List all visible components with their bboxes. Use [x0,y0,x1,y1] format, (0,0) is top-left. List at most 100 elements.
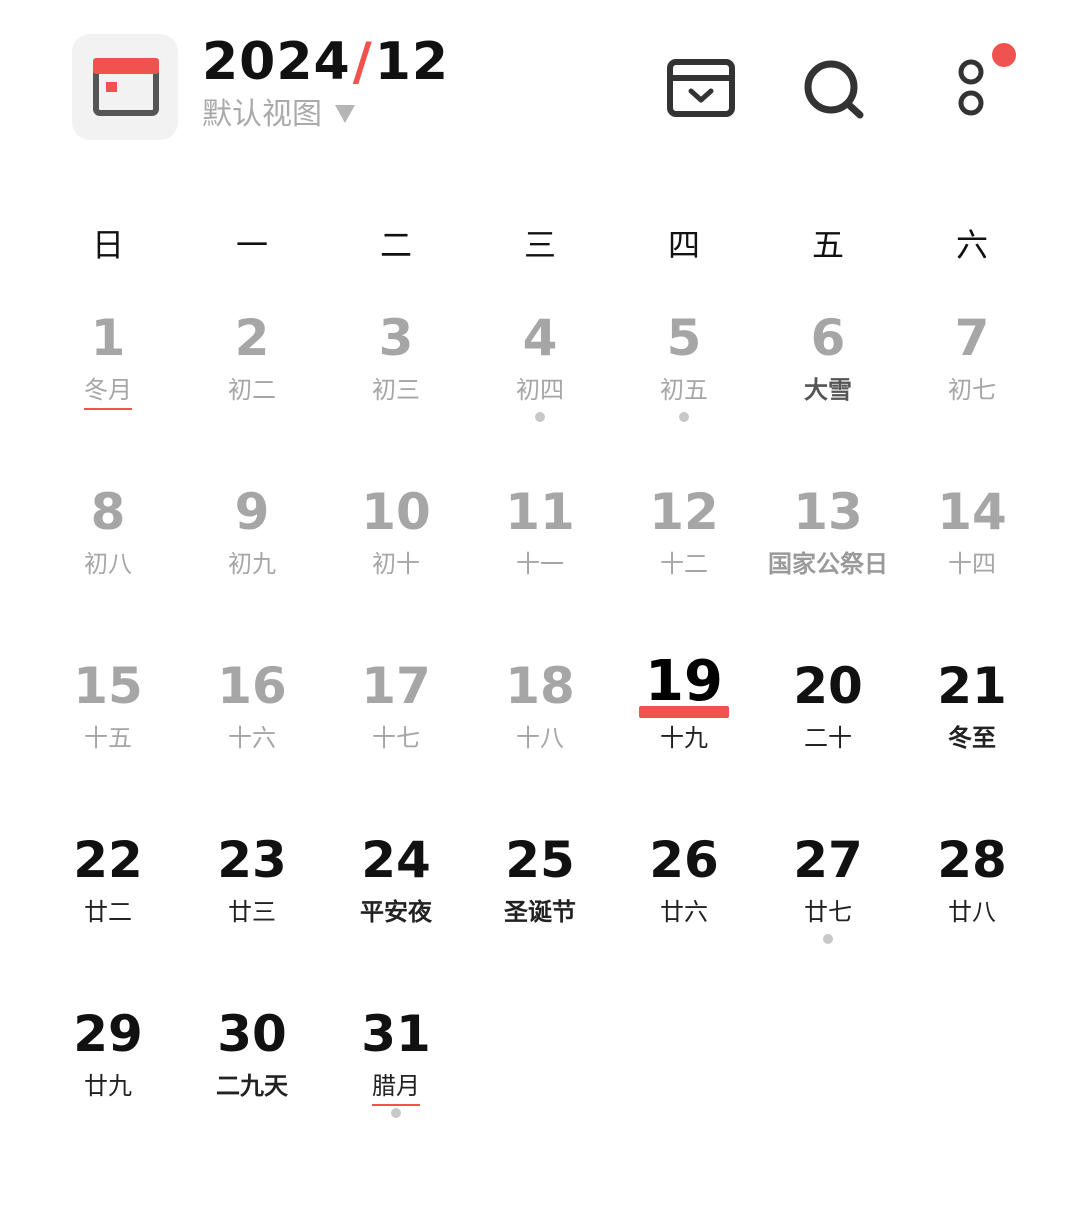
title-separator: / [352,32,373,92]
day-number: 12 [649,483,719,541]
day-number: 1 [90,309,126,367]
lunar-text: 初四 [516,376,564,404]
lunar-label: 廿六 [612,896,756,930]
lunar-text: 廿七 [804,898,852,926]
lunar-label: 初十 [324,548,468,582]
lunar-label: 十八 [468,722,612,756]
day-number: 28 [937,831,1007,889]
lunar-text: 廿二 [84,898,132,926]
lunar-text: 圣诞节 [504,898,576,926]
day-cell[interactable]: 22 廿二 [36,822,180,996]
day-number: 8 [90,483,126,541]
weekday-sat: 六 [955,226,988,264]
lunar-label: 十二 [612,548,756,582]
more-options-icon [958,43,1016,116]
search-button[interactable] [802,58,872,119]
lunar-text: 廿六 [660,898,708,926]
day-cell[interactable]: 27 廿七 [756,822,900,996]
day-cell[interactable]: 21 冬至 [900,648,1044,822]
day-cell[interactable]: 16 十六 [180,648,324,822]
day-number: 31 [361,1005,431,1063]
weekday-fri: 五 [811,226,844,264]
weekday-wed: 三 [523,226,556,264]
day-number: 9 [234,483,270,541]
lunar-label: 十七 [324,722,468,756]
day-cell[interactable]: 2 初二 [180,300,324,474]
lunar-label: 廿九 [36,1070,180,1104]
day-cell[interactable]: 9 初九 [180,474,324,648]
day-cell-today[interactable]: 19 十九 [612,648,756,822]
lunar-text: 十七 [372,724,420,752]
day-cell[interactable]: 1 冬月 [36,300,180,474]
day-number: 7 [954,309,990,367]
lunar-label: 二九天 [180,1070,324,1104]
lunar-text: 十五 [84,724,132,752]
lunar-label: 十一 [468,548,612,582]
lunar-text: 十二 [660,550,708,578]
day-cell[interactable]: 14 十四 [900,474,1044,648]
day-number: 2 [234,309,270,367]
day-number: 24 [361,831,431,889]
lunar-label: 廿二 [36,896,180,930]
weekday-mon: 一 [235,226,268,264]
day-number: 17 [361,657,431,715]
day-cell[interactable]: 29 廿九 [36,996,180,1170]
lunar-label: 廿三 [180,896,324,930]
month-title[interactable]: 2024/12 [202,30,449,94]
more-options-button[interactable] [936,40,1026,130]
day-number: 26 [649,831,719,889]
lunar-text: 初八 [84,550,132,578]
search-icon [804,60,864,119]
day-number: 13 [793,483,863,541]
day-cell[interactable]: 10 初十 [324,474,468,648]
lunar-label: 大雪 [756,374,900,408]
day-cell[interactable]: 25 圣诞节 [468,822,612,996]
day-cell[interactable]: 17 十七 [324,648,468,822]
lunar-text: 廿八 [948,898,996,926]
weekday-header: 日 一 二 三 四 五 六 [36,220,1044,270]
lunar-text: 冬月 [84,374,132,410]
day-cell[interactable]: 15 十五 [36,648,180,822]
event-dot-icon [391,1108,401,1118]
calendar-app-icon[interactable] [72,34,178,140]
view-selector[interactable]: 默认视图 [202,95,356,135]
day-cell[interactable]: 30 二九天 [180,996,324,1170]
lunar-label: 冬月 [36,374,180,410]
day-cell[interactable]: 23 廿三 [180,822,324,996]
day-cell[interactable]: 28 廿八 [900,822,1044,996]
day-number: 6 [810,309,846,367]
lunar-text: 二九天 [216,1072,288,1100]
day-cell[interactable]: 31 腊月 [324,996,468,1170]
day-cell[interactable]: 5 初五 [612,300,756,474]
day-cell[interactable]: 6 大雪 [756,300,900,474]
day-number: 27 [793,831,863,889]
lunar-label: 初三 [324,374,468,408]
day-number: 5 [666,309,702,367]
lunar-text: 初五 [660,376,708,404]
lunar-label: 平安夜 [324,896,468,930]
day-number: 29 [73,1005,143,1063]
day-cell[interactable]: 13 国家公祭日 [756,474,900,648]
calendar-grid: 1 冬月 2 初二 3 初三 4 初四 5 初五 6 大雪 7 初七 8 初八 9 初九 10 初十 11 十一 12 十二 1… [36,300,1044,1170]
lunar-label: 初七 [900,374,1044,408]
triangle-down-icon [334,95,356,135]
day-number: 10 [361,483,431,541]
lunar-label: 二十 [756,722,900,756]
day-cell[interactable]: 18 十八 [468,648,612,822]
day-number: 4 [522,309,558,367]
day-number: 16 [217,657,287,715]
day-cell[interactable]: 12 十二 [612,474,756,648]
lunar-text: 初七 [948,376,996,404]
day-cell[interactable]: 11 十一 [468,474,612,648]
day-cell[interactable]: 3 初三 [324,300,468,474]
day-cell[interactable]: 24 平安夜 [324,822,468,996]
jump-to-today-button[interactable] [666,58,736,118]
day-cell[interactable]: 20 二十 [756,648,900,822]
lunar-label: 初四 [468,374,612,408]
day-cell[interactable]: 26 廿六 [612,822,756,996]
day-cell[interactable]: 8 初八 [36,474,180,648]
lunar-text: 十六 [228,724,276,752]
day-cell[interactable]: 7 初七 [900,300,1044,474]
lunar-label: 初九 [180,548,324,582]
day-cell[interactable]: 4 初四 [468,300,612,474]
